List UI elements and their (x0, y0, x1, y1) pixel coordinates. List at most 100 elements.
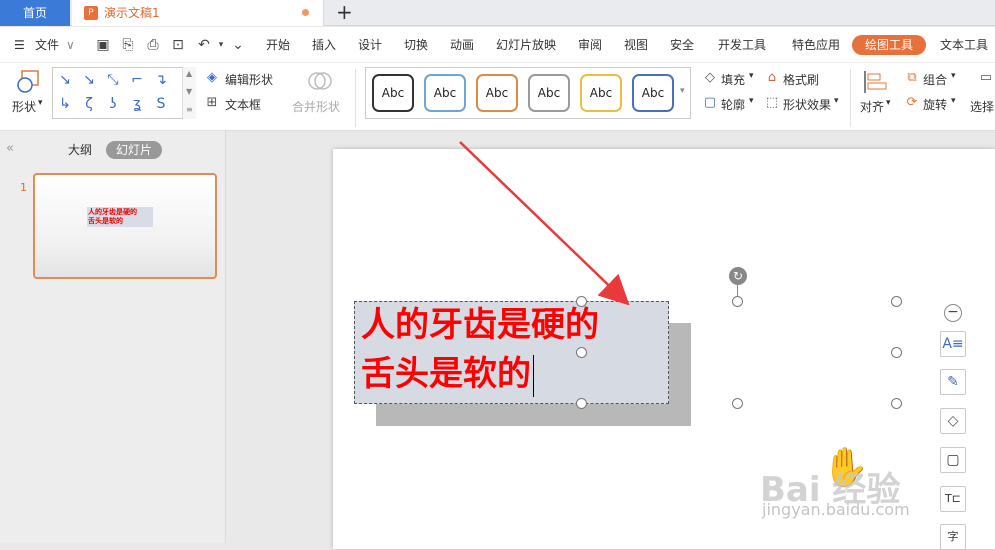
thumbnail-line: 人的牙齿是硬的 (88, 208, 137, 216)
print-icon[interactable]: ⎙ (145, 37, 161, 53)
format-brush-icon: ⌂ (767, 70, 777, 85)
ribbon-toolbar: 形状 ▾ ↘ ↘ ⤡ ⌐ ↴ ↳ ζ ʖ ʓ S ▲ ▼ ≡ ◈ 编辑形状 ⊞ … (0, 63, 995, 131)
merge-shape-button[interactable]: 合并形状 (292, 98, 340, 115)
elbow-connector-icon[interactable]: ⌐ (129, 72, 145, 88)
menu-animation[interactable]: 动画 (450, 27, 474, 63)
align-button[interactable]: 对齐 (860, 98, 884, 115)
collapse-panel-icon[interactable]: « (6, 141, 14, 156)
export-icon[interactable]: ⎘ (120, 37, 136, 53)
line-arrow-icon[interactable]: ↘ (81, 72, 97, 88)
text-select-icon[interactable]: A≡ (940, 331, 966, 357)
menu-drawing-tools[interactable]: 绘图工具 (852, 35, 926, 55)
document-tab[interactable]: P 演示文稿1 (72, 0, 324, 26)
elbow-arrow-icon[interactable]: ↴ (153, 72, 169, 88)
shape-effect-button[interactable]: 形状效果 (783, 96, 831, 113)
customize-icon[interactable]: ⌄ (230, 37, 246, 53)
elbow-double-arrow-icon[interactable]: ↳ (57, 96, 73, 112)
edit-shape-button[interactable]: 编辑形状 (225, 71, 273, 88)
menu-slideshow[interactable]: 幻灯片放映 (496, 27, 556, 63)
menu-transition[interactable]: 切换 (404, 27, 428, 63)
rotate-handle-icon[interactable]: ↻ (729, 267, 747, 285)
tab-outline[interactable]: 大纲 (68, 141, 92, 159)
outline-button[interactable]: 轮廓 (721, 96, 745, 113)
resize-handle[interactable] (576, 347, 587, 358)
chevron-down-icon[interactable]: ▾ (951, 71, 956, 81)
rotate-button[interactable]: 旋转 (923, 96, 947, 113)
line-arrow-icon[interactable]: ↘ (57, 72, 73, 88)
collapse-tools-icon[interactable]: − (944, 304, 962, 322)
resize-handle[interactable] (891, 296, 902, 307)
textbox-line-text[interactable]: 舌头是软的 (361, 354, 531, 394)
curve-arrow-icon[interactable]: ʖ (105, 96, 121, 112)
menu-developer[interactable]: 开发工具 (718, 27, 766, 63)
double-arrow-icon[interactable]: ⤡ (105, 72, 121, 88)
selected-textbox[interactable]: 人的牙齿是硬的 舌头是软的 (354, 301, 669, 404)
menu-design[interactable]: 设计 (358, 27, 382, 63)
scroll-down-icon[interactable]: ▼ (186, 87, 192, 96)
slide-thumbnail[interactable]: 人的牙齿是硬的 舌头是软的 (33, 173, 217, 279)
chevron-down-icon[interactable]: ▾ (951, 96, 956, 106)
style-sample[interactable]: Abc (632, 74, 674, 112)
undo-dropdown-icon[interactable]: ▾ (213, 37, 229, 53)
line-shape-gallery[interactable]: ↘ ↘ ⤡ ⌐ ↴ ↳ ζ ʖ ʓ S (52, 67, 196, 119)
chevron-down-icon[interactable]: ▾ (749, 96, 754, 106)
textbox-button[interactable]: 文本框 (225, 96, 261, 113)
menu-insert[interactable]: 插入 (312, 27, 336, 63)
menu-view[interactable]: 视图 (624, 27, 648, 63)
slide-panel: « 大纲 幻灯片 1 人的牙齿是硬的 舌头是软的 (0, 131, 226, 543)
menu-text-tools[interactable]: 文本工具 (940, 27, 988, 63)
resize-handle[interactable] (732, 296, 743, 307)
eraser-icon[interactable]: ◇ (940, 408, 966, 434)
presentation-file-icon: P (84, 6, 98, 20)
style-sample[interactable]: Abc (528, 74, 570, 112)
style-sample[interactable]: Abc (476, 74, 518, 112)
s-curve-icon[interactable]: S (153, 96, 169, 112)
char-icon[interactable]: 字 (940, 524, 966, 550)
style-sample[interactable]: Abc (372, 74, 414, 112)
watermark-url: jingyan.baidu.com (762, 500, 910, 519)
shape-style-gallery[interactable]: Abc Abc Abc Abc Abc Abc ▾ (365, 67, 691, 119)
tab-slides[interactable]: 幻灯片 (106, 141, 163, 159)
menu-security[interactable]: 安全 (670, 27, 694, 63)
fill-icon: ◇ (705, 70, 715, 85)
curve-double-arrow-icon[interactable]: ʓ (129, 96, 145, 112)
undo-icon[interactable]: ↶ (196, 37, 212, 53)
thumbnail-line: 舌头是软的 (88, 217, 123, 225)
shape-label: 形状 (12, 100, 37, 114)
hamburger-icon[interactable]: ☰ (14, 27, 25, 63)
resize-handle[interactable] (891, 347, 902, 358)
save-icon[interactable]: ▣ (95, 37, 111, 53)
resize-handle[interactable] (891, 398, 902, 409)
expand-icon[interactable]: ≡ (186, 105, 193, 114)
fill-button[interactable]: 填充 (721, 71, 745, 88)
border-icon[interactable]: ▢ (940, 447, 966, 473)
brush-icon[interactable]: ✎ (940, 369, 966, 395)
textbox-line[interactable]: 人的牙齿是硬的 (361, 305, 599, 345)
curve-connector-icon[interactable]: ζ (81, 96, 97, 112)
resize-handle[interactable] (576, 296, 587, 307)
style-sample[interactable]: Abc (424, 74, 466, 112)
title-tab-bar: 首页 P 演示文稿1 + (0, 0, 995, 26)
gallery-scroll[interactable]: ▲ ▼ ≡ (182, 67, 196, 119)
resize-handle[interactable] (732, 398, 743, 409)
resize-handle[interactable] (576, 398, 587, 409)
format-brush-button[interactable]: 格式刷 (783, 71, 819, 88)
gallery-more-icon[interactable]: ▾ (680, 86, 685, 96)
textbox-line[interactable]: 舌头是软的 (361, 354, 534, 397)
group-button[interactable]: 组合 (923, 71, 947, 88)
chevron-down-icon[interactable]: ▾ (886, 98, 891, 108)
menu-features[interactable]: 特色应用 (792, 27, 840, 63)
print-preview-icon[interactable]: ⊡ (170, 37, 186, 53)
text-wrap-icon[interactable]: T⊏ (940, 486, 966, 512)
chevron-down-icon[interactable]: ∨ (66, 27, 75, 63)
style-sample[interactable]: Abc (580, 74, 622, 112)
menu-file[interactable]: 文件 (35, 27, 59, 63)
home-tab[interactable]: 首页 (0, 0, 70, 26)
chevron-down-icon[interactable]: ▾ (834, 96, 839, 106)
new-tab-button[interactable]: + (336, 0, 353, 25)
menu-review[interactable]: 审阅 (578, 27, 602, 63)
chevron-down-icon[interactable]: ▾ (749, 71, 754, 81)
scroll-up-icon[interactable]: ▲ (186, 69, 192, 78)
menu-start[interactable]: 开始 (266, 27, 290, 63)
select-button[interactable]: 选择 (970, 98, 994, 115)
